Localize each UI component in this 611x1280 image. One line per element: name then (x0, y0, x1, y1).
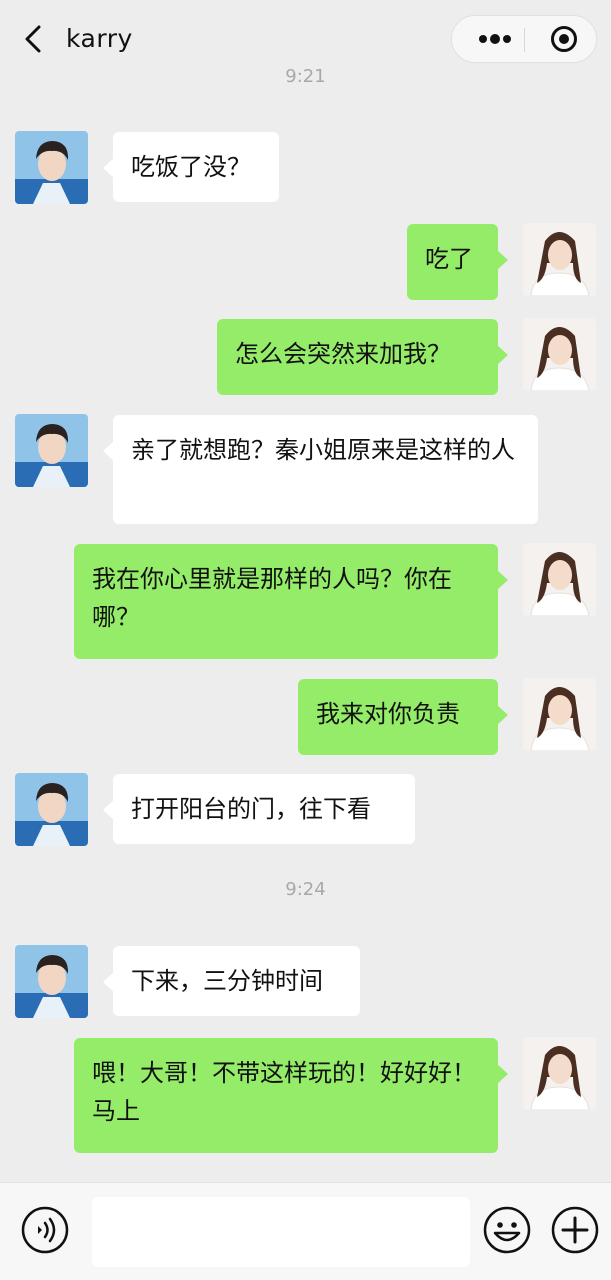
emoji-button[interactable] (482, 1205, 532, 1255)
message-bubble-sent[interactable]: 我在你心里就是那样的人吗？你在哪？ (74, 544, 508, 659)
voice-button[interactable] (20, 1205, 70, 1255)
avatar-me[interactable] (523, 543, 596, 616)
avatar-me[interactable] (523, 223, 596, 296)
chat-title: karry (66, 24, 133, 53)
close-button[interactable] (544, 16, 584, 62)
more-button[interactable] (468, 16, 522, 62)
avatar-karry[interactable] (15, 414, 88, 487)
message-bubble-received[interactable]: 吃饭了没？ (103, 132, 279, 202)
message-bubble-received[interactable]: 打开阳台的门，往下看 (103, 774, 415, 844)
more-functions-button[interactable] (550, 1205, 600, 1255)
back-button[interactable] (20, 22, 46, 56)
message-input[interactable] (92, 1197, 470, 1267)
emoji-icon (483, 1206, 531, 1254)
miniprogram-capsule (451, 15, 597, 63)
chevron-left-icon (25, 25, 41, 53)
message-bubble-received[interactable]: 亲了就想跑？秦小姐原来是这样的人 (103, 415, 538, 524)
message-bubble-sent[interactable]: 吃了 (407, 224, 508, 300)
avatar-me[interactable] (523, 318, 596, 391)
avatar-me[interactable] (523, 1037, 596, 1110)
capsule-divider (524, 28, 525, 52)
avatar-karry[interactable] (15, 945, 88, 1018)
message-bubble-received[interactable]: 下来，三分钟时间 (103, 946, 360, 1016)
timestamp: 9:24 (285, 879, 326, 900)
voice-icon (21, 1206, 69, 1254)
avatar-karry[interactable] (15, 131, 88, 204)
timestamp: 9:21 (285, 66, 326, 87)
input-bar (0, 1182, 611, 1280)
more-dots-icon (479, 34, 511, 44)
target-circle-icon (551, 26, 577, 52)
avatar-me[interactable] (523, 678, 596, 751)
message-bubble-sent[interactable]: 我来对你负责 (298, 679, 508, 755)
plus-icon (551, 1206, 599, 1254)
avatar-karry[interactable] (15, 773, 88, 846)
message-bubble-sent[interactable]: 怎么会突然来加我？ (217, 319, 508, 395)
message-bubble-sent[interactable]: 喂！大哥！不带这样玩的！好好好！马上 (74, 1038, 508, 1153)
